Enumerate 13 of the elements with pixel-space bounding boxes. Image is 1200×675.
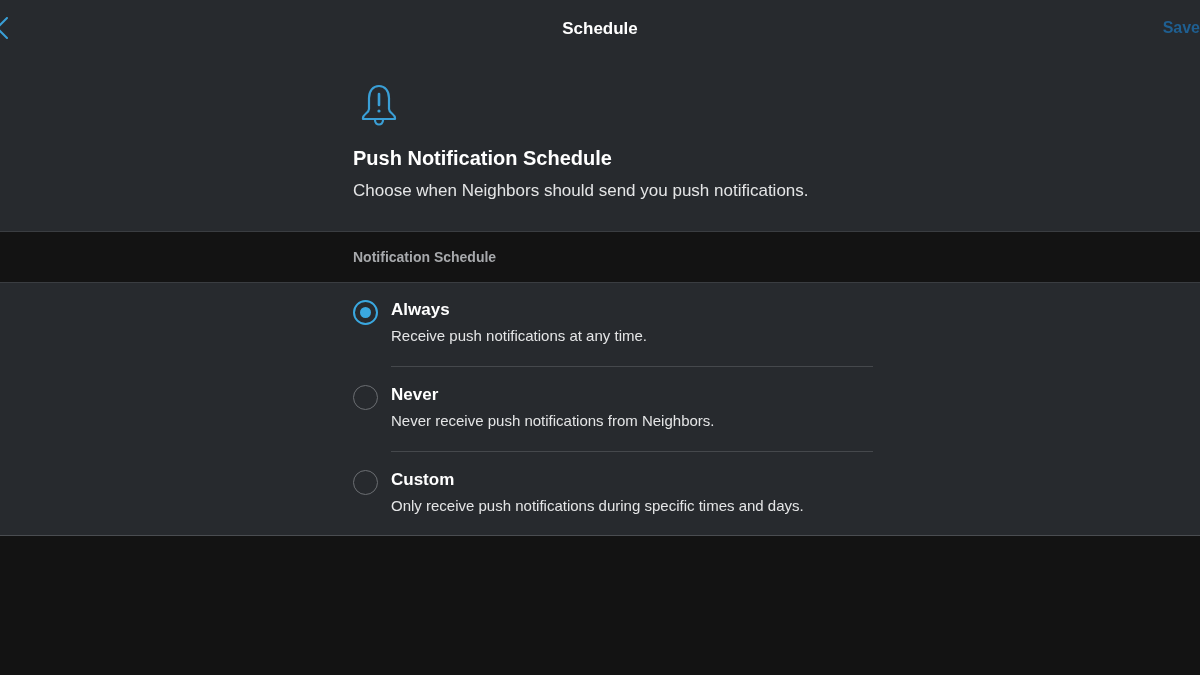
option-description: Never receive push notifications from Neighbors. [391,411,715,430]
option-title: Custom [391,469,455,491]
bell-alert-icon [361,83,397,127]
option-title: Never [391,384,439,406]
section-heading: Push Notification Schedule [353,146,612,170]
group-label: Notification Schedule [353,249,497,265]
screen-title: Schedule [562,19,638,39]
section-description: Choose when Neighbors should send you push notifications. [353,180,809,202]
back-chevron-icon[interactable] [0,17,8,39]
option-description: Receive push notifications at any time. [391,326,647,345]
radio-selected-icon[interactable] [353,300,378,325]
option-title: Always [391,299,450,321]
option-description: Only receive push notifications during specific times and days. [391,496,804,515]
